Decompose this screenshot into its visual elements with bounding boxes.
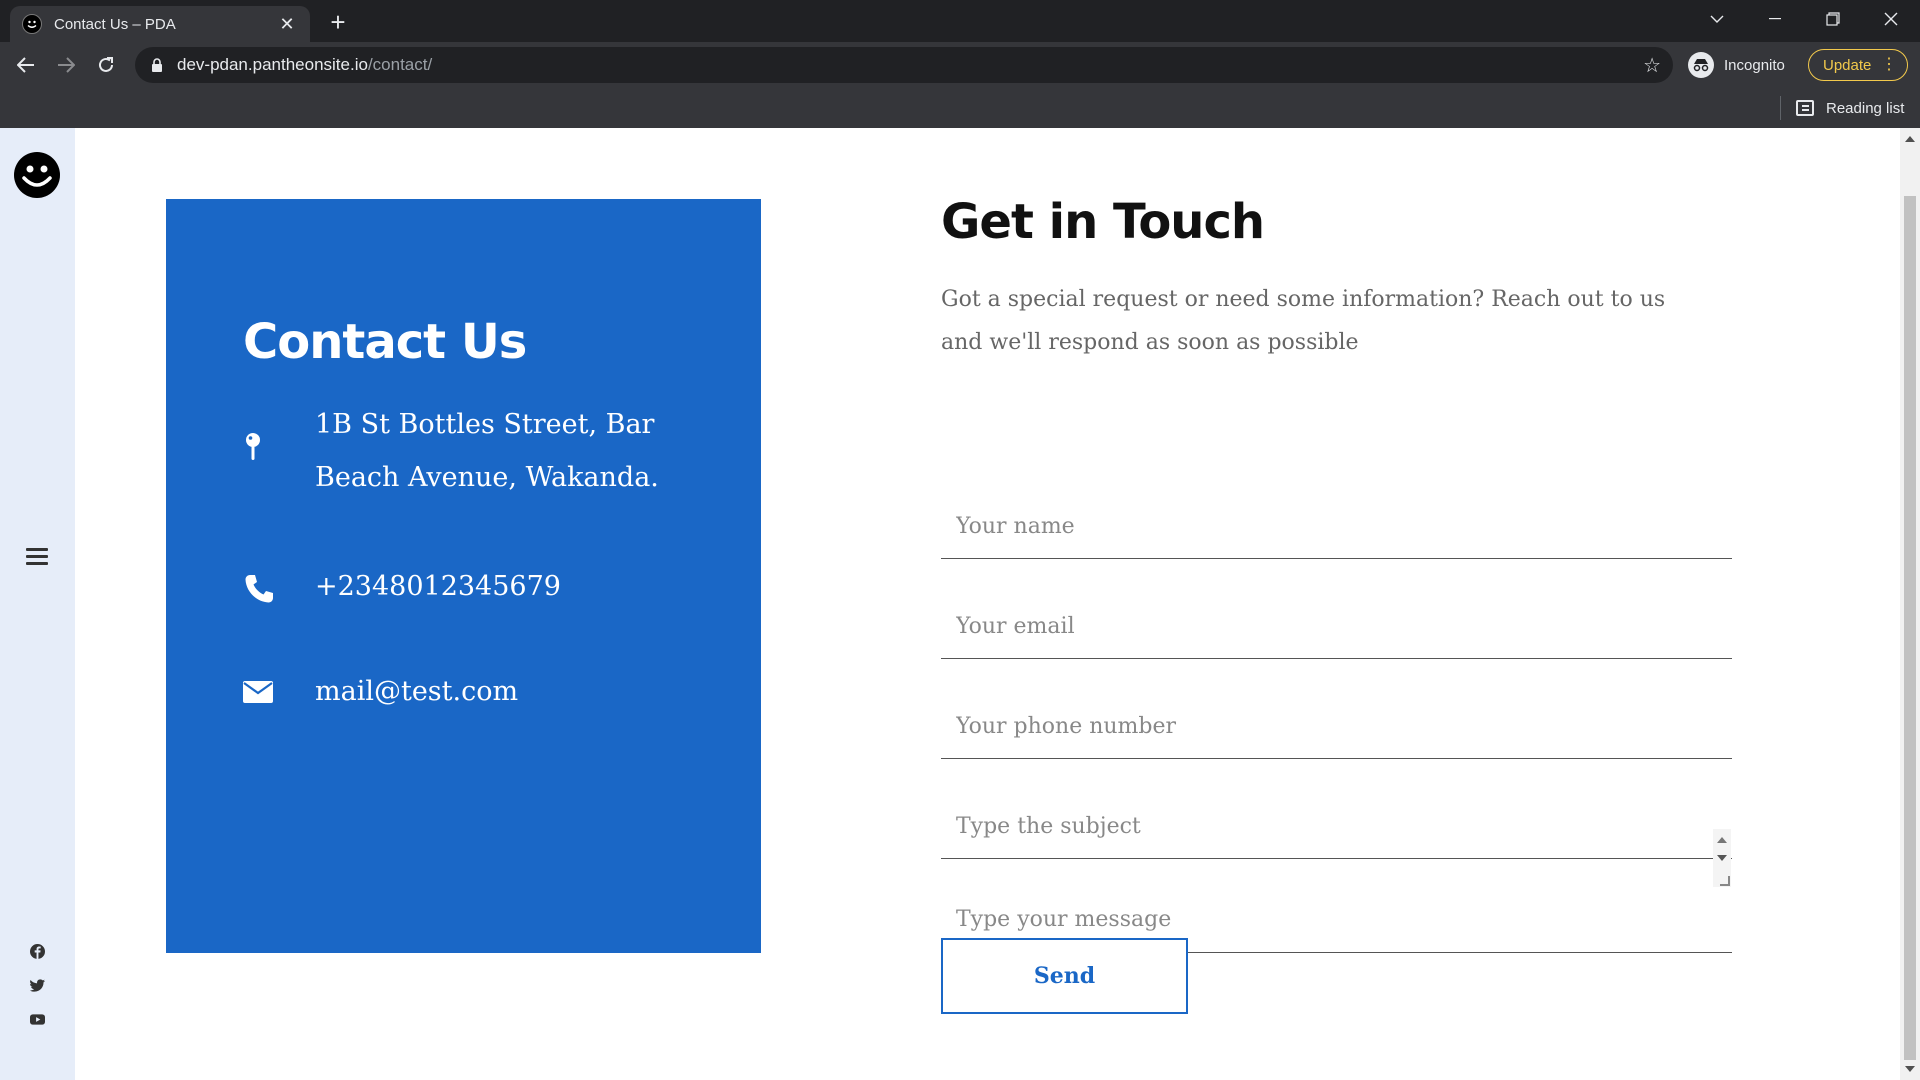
reading-list-button[interactable]: Reading list bbox=[1796, 96, 1904, 120]
subject-input[interactable] bbox=[941, 795, 1732, 859]
window-controls bbox=[1688, 0, 1920, 42]
scrollbar-thumb[interactable] bbox=[1904, 196, 1916, 1060]
browser-tab[interactable]: Contact Us – PDA ✕ bbox=[10, 6, 310, 42]
email-row: mail@test.com bbox=[243, 665, 518, 718]
incognito-icon bbox=[1688, 52, 1714, 78]
incognito-label: Incognito bbox=[1724, 56, 1785, 74]
close-window-button[interactable] bbox=[1862, 0, 1920, 38]
phone-number[interactable]: +2348012345679 bbox=[315, 560, 561, 613]
forward-button[interactable] bbox=[46, 45, 86, 85]
email-input[interactable] bbox=[941, 595, 1732, 659]
phone-icon bbox=[243, 560, 283, 605]
map-pin-icon bbox=[243, 398, 283, 462]
resize-handle-icon[interactable] bbox=[1720, 876, 1730, 886]
lock-icon[interactable] bbox=[151, 58, 163, 72]
youtube-icon[interactable] bbox=[29, 1011, 45, 1027]
tab-title: Contact Us – PDA bbox=[54, 15, 176, 33]
twitter-icon[interactable] bbox=[29, 977, 45, 993]
new-tab-button[interactable]: + bbox=[324, 8, 352, 36]
textarea-scroll-control[interactable] bbox=[1713, 829, 1731, 887]
tab-close-icon[interactable]: ✕ bbox=[276, 13, 298, 35]
bookmarks-bar: Reading list bbox=[0, 88, 1920, 128]
name-input[interactable] bbox=[941, 495, 1732, 559]
minimize-button[interactable] bbox=[1746, 0, 1804, 38]
scrollbar-down-arrow-icon[interactable] bbox=[1905, 1066, 1915, 1072]
smiley-favicon-icon bbox=[22, 14, 42, 34]
reading-list-icon bbox=[1796, 100, 1814, 116]
address-bar[interactable]: dev-pdan.pantheonsite.io/contact/ ☆ bbox=[135, 47, 1673, 83]
tab-search-icon[interactable] bbox=[1688, 0, 1746, 38]
address-line-2: Beach Avenue, Wakanda. bbox=[315, 462, 659, 493]
tab-strip: Contact Us – PDA ✕ + bbox=[0, 0, 1920, 42]
more-menu-icon[interactable]: ⋮ bbox=[1881, 55, 1897, 75]
url-text: dev-pdan.pantheonsite.io/contact/ bbox=[177, 55, 432, 75]
restore-button[interactable] bbox=[1804, 0, 1862, 38]
form-title: Get in Touch bbox=[941, 194, 1265, 250]
contact-card-title: Contact Us bbox=[243, 314, 527, 370]
browser-chrome: Contact Us – PDA ✕ + dev-pdan.pantheonsi… bbox=[0, 0, 1920, 128]
update-label: Update bbox=[1823, 56, 1872, 74]
page-scrollbar[interactable] bbox=[1900, 128, 1920, 1080]
incognito-indicator[interactable]: Incognito bbox=[1688, 48, 1785, 82]
url-host: dev-pdan.pantheonsite.io bbox=[177, 55, 368, 74]
hamburger-menu-icon[interactable] bbox=[26, 548, 48, 566]
form-description: Got a special request or need some infor… bbox=[941, 287, 1666, 355]
address-text: 1B St Bottles Street, Bar Beach Avenue, … bbox=[315, 398, 659, 504]
bookmark-star-icon[interactable]: ☆ bbox=[1643, 53, 1661, 78]
phone-input[interactable] bbox=[941, 695, 1732, 759]
smiley-logo-icon[interactable] bbox=[14, 152, 60, 198]
facebook-icon[interactable] bbox=[29, 943, 45, 959]
side-navigation bbox=[0, 128, 75, 1080]
address-line-1: 1B St Bottles Street, Bar bbox=[315, 409, 655, 440]
send-button[interactable]: Send bbox=[941, 938, 1188, 1014]
envelope-icon bbox=[243, 665, 283, 703]
contact-info-card: Contact Us 1B St Bottles Street, Bar Bea… bbox=[166, 199, 761, 953]
page-content: Contact Us 1B St Bottles Street, Bar Bea… bbox=[0, 128, 1900, 1080]
scroll-down-arrow-icon[interactable] bbox=[1717, 855, 1727, 861]
email-address[interactable]: mail@test.com bbox=[315, 665, 518, 718]
reload-button[interactable] bbox=[86, 45, 126, 85]
update-button[interactable]: Update ⋮ bbox=[1808, 49, 1908, 81]
url-path: /contact/ bbox=[367, 55, 433, 74]
phone-row: +2348012345679 bbox=[243, 560, 561, 613]
scrollbar-up-arrow-icon[interactable] bbox=[1905, 136, 1915, 142]
bookmarks-divider bbox=[1780, 96, 1781, 120]
browser-toolbar: dev-pdan.pantheonsite.io/contact/ ☆ Inco… bbox=[0, 42, 1920, 88]
back-button[interactable] bbox=[6, 45, 46, 85]
scroll-up-arrow-icon[interactable] bbox=[1717, 837, 1727, 843]
address-row: 1B St Bottles Street, Bar Beach Avenue, … bbox=[243, 398, 659, 504]
reading-list-label: Reading list bbox=[1826, 99, 1905, 117]
